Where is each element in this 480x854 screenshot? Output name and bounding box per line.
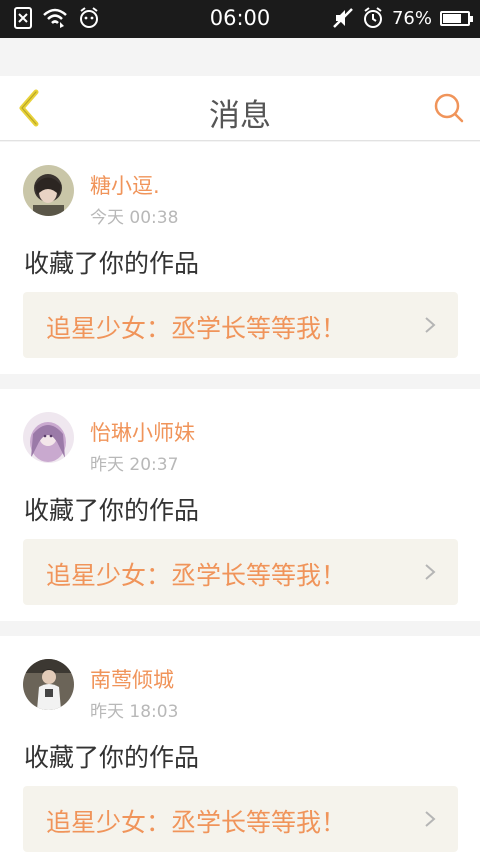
mute-icon xyxy=(333,8,353,28)
battery-level-fill xyxy=(443,13,462,23)
message-time: 昨天 18:03 xyxy=(90,702,179,722)
work-link[interactable]: 追星少女：丞学长等等我！ xyxy=(23,292,458,358)
message-card: 怡琳小师妹 昨天 20:37 收藏了你的作品 追星少女：丞学长等等我！ xyxy=(0,389,480,621)
status-bar: 06:00 76% xyxy=(0,0,480,38)
chevron-right-icon xyxy=(425,317,436,333)
avatar[interactable] xyxy=(23,165,74,216)
page-title: 消息 xyxy=(209,98,271,134)
battery-icon xyxy=(440,10,473,26)
alarm-icon xyxy=(363,7,382,28)
status-icons-right: 76% xyxy=(332,7,473,29)
message-time: 昨天 20:37 xyxy=(90,455,179,475)
work-link[interactable]: 追星少女：丞学长等等我！ xyxy=(23,786,458,852)
avatar[interactable] xyxy=(23,659,74,710)
app-header: 消息 xyxy=(0,76,480,141)
work-title: 追星少女：丞学长等等我！ xyxy=(46,314,347,343)
work-link[interactable]: 追星少女：丞学长等等我！ xyxy=(23,539,458,605)
battery-percent: 76% xyxy=(391,7,432,29)
message-action: 收藏了你的作品 xyxy=(24,249,200,278)
search-button[interactable] xyxy=(432,91,466,125)
user-name[interactable]: 糖小逗. xyxy=(90,170,160,200)
message-time: 今天 00:38 xyxy=(90,208,179,228)
message-action: 收藏了你的作品 xyxy=(24,496,200,525)
avatar[interactable] xyxy=(23,412,74,463)
chevron-right-icon xyxy=(425,811,436,827)
message-action: 收藏了你的作品 xyxy=(24,743,200,772)
message-card: 糖小逗. 今天 00:38 收藏了你的作品 追星少女：丞学长等等我！ xyxy=(0,142,480,374)
message-card: 南莺倾城 昨天 18:03 收藏了你的作品 追星少女：丞学长等等我！ xyxy=(0,636,480,854)
work-title: 追星少女：丞学长等等我！ xyxy=(46,808,347,837)
user-name[interactable]: 南莺倾城 xyxy=(90,664,174,694)
user-name[interactable]: 怡琳小师妹 xyxy=(90,417,195,447)
work-title: 追星少女：丞学长等等我！ xyxy=(46,561,347,590)
chevron-right-icon xyxy=(425,564,436,580)
